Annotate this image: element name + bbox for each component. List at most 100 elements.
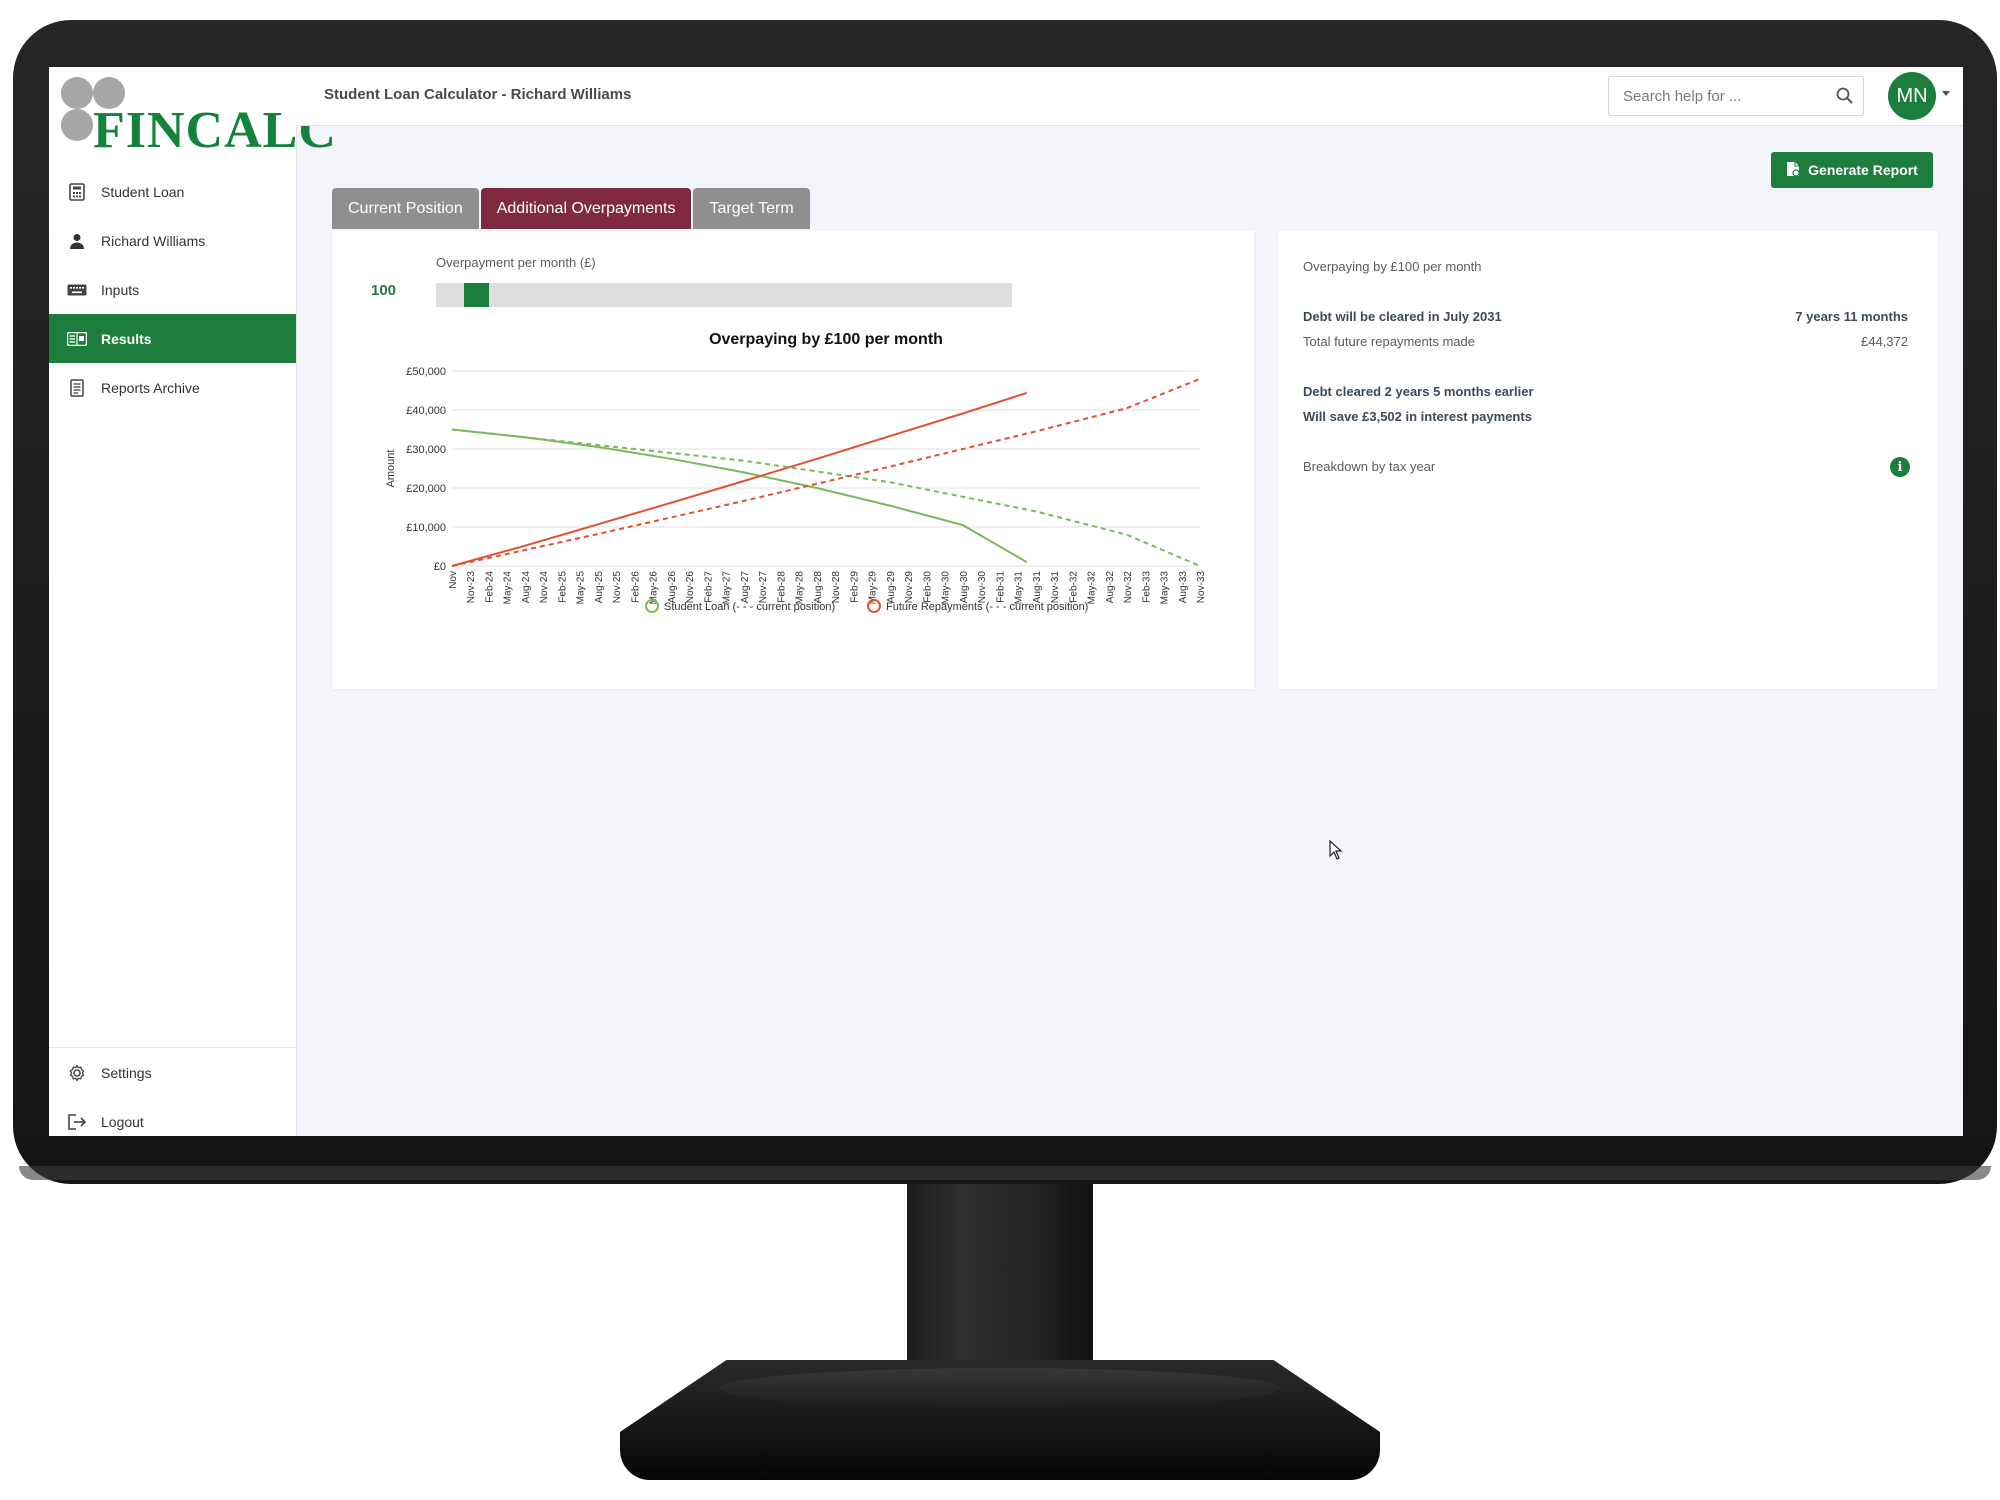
x-tick-label: Aug-25 — [594, 571, 605, 604]
mouse-cursor-icon — [1329, 839, 1343, 865]
x-tick-label: May-30 — [941, 571, 952, 605]
y-tick-label: £20,000 — [406, 483, 446, 495]
sidebar-item-label: Settings — [101, 1064, 152, 1081]
total-label: Total future repayments made — [1303, 334, 1475, 349]
x-tick-label: May-32 — [1087, 571, 1098, 605]
sidebar-nav: Student Loan Richard Williams Inputs Res… — [49, 167, 296, 412]
x-tick-label: May-25 — [576, 571, 587, 605]
search-icon[interactable] — [1836, 87, 1853, 109]
sidebar-item-reports-archive[interactable]: Reports Archive — [49, 363, 296, 412]
sidebar-item-label: Inputs — [101, 281, 140, 298]
sidebar-item-inputs[interactable]: Inputs — [49, 265, 296, 314]
sidebar-item-logout[interactable]: Logout — [49, 1097, 296, 1136]
overpayment-slider-handle[interactable] — [464, 283, 489, 307]
logout-icon — [67, 1112, 87, 1132]
x-tick-label: May-33 — [1160, 571, 1171, 605]
repayment-chart: Overpaying by £100 per month £0 £10,000 £20… — [385, 331, 1207, 613]
x-tick-label: Aug-32 — [1105, 571, 1116, 604]
generate-report-button[interactable]: Generate Report — [1771, 152, 1933, 188]
x-tick-label: Aug-31 — [1032, 571, 1043, 604]
overpayment-value: 100 — [371, 282, 397, 299]
breakdown-label[interactable]: Breakdown by tax year — [1303, 459, 1908, 474]
x-tick-label: Aug-28 — [813, 571, 824, 604]
x-tick-label: Nov-32 — [1123, 571, 1134, 604]
x-tick-label: Feb-31 — [995, 571, 1006, 603]
y-tick-label: £50,000 — [406, 366, 446, 378]
monitor-stand-base-highlight — [720, 1368, 1280, 1408]
fincalc-logo[interactable]: FINCALC — [61, 77, 336, 157]
series-line — [451, 377, 1201, 567]
x-tick-label: Nov-28 — [831, 571, 842, 604]
x-tick-label: Aug-26 — [667, 571, 678, 604]
user-icon — [67, 231, 87, 251]
sidebar-item-label: Student Loan — [101, 183, 185, 200]
gear-icon — [67, 1063, 87, 1083]
legend-label: Student Loan (- - - current position) — [664, 601, 835, 613]
sidebar-item-client[interactable]: Richard Williams — [49, 216, 296, 265]
calculator-icon — [67, 182, 87, 202]
sidebar-item-label: Results — [101, 330, 152, 347]
tab-additional-overpayments[interactable]: Additional Overpayments — [480, 188, 692, 229]
x-tick-label: Nov-27 — [758, 571, 769, 604]
generate-report-label: Generate Report — [1808, 162, 1918, 178]
sidebar-item-results[interactable]: Results — [49, 314, 296, 363]
overpayment-slider-label: Overpayment per month (£) — [436, 255, 596, 270]
x-tick-label: Feb-33 — [1141, 571, 1152, 603]
search-input[interactable] — [1621, 87, 1825, 106]
tab-current-position[interactable]: Current Position — [332, 188, 479, 229]
sidebar-bottom-nav: Settings Logout — [49, 1047, 296, 1136]
x-tick-label: Nov-33 — [1196, 571, 1207, 604]
x-tick-label: Feb-29 — [849, 571, 860, 603]
x-tick-label: Aug-27 — [740, 571, 751, 604]
x-tick-label: Nov-23 — [466, 571, 477, 604]
top-bar: Student Loan Calculator - Richard Willia… — [296, 67, 1963, 126]
x-tick-label: May-28 — [795, 571, 806, 605]
series-line — [451, 428, 1201, 567]
total-value: £44,372 — [1861, 334, 1908, 349]
sidebar: FINCALC Student Loan Richard Williams In… — [49, 67, 336, 1136]
x-tick-label: Feb-32 — [1068, 571, 1079, 603]
y-tick-label: £40,000 — [406, 405, 446, 417]
x-tick-label: Aug-24 — [521, 571, 532, 604]
overpayment-slider[interactable] — [436, 283, 1012, 307]
x-tick-label: Nov-25 — [612, 571, 623, 604]
chevron-down-icon[interactable] — [1942, 91, 1950, 96]
x-tick-label: Aug-33 — [1178, 571, 1189, 604]
x-tick-label: Nov-29 — [904, 571, 915, 604]
x-tick-label: Feb-25 — [557, 571, 568, 603]
x-tick-label: Nov — [448, 571, 459, 589]
cleared-label: Debt will be cleared in July 2031 — [1303, 309, 1502, 324]
x-tick-label: Aug-29 — [886, 571, 897, 604]
sidebar-item-settings[interactable]: Settings — [49, 1048, 296, 1097]
cleared-row: Debt will be cleared in July 2031 7 year… — [1303, 309, 1908, 324]
x-tick-label: Feb-28 — [776, 571, 787, 603]
page-title: Student Loan Calculator - Richard Willia… — [324, 86, 632, 103]
document-icon — [67, 378, 87, 398]
user-avatar[interactable]: MN — [1888, 72, 1936, 120]
x-tick-label: Feb-24 — [484, 571, 495, 603]
screen: FINCALC Student Loan Richard Williams In… — [49, 67, 1963, 1136]
cleared-term: 7 years 11 months — [1795, 309, 1908, 324]
x-tick-label: Feb-27 — [703, 571, 714, 603]
tab-target-term[interactable]: Target Term — [693, 188, 810, 229]
x-tick-label: Aug-30 — [959, 571, 970, 604]
info-icon[interactable]: i — [1890, 457, 1910, 477]
help-search[interactable] — [1608, 76, 1864, 116]
sidebar-item-label: Reports Archive — [101, 379, 200, 396]
series-line — [451, 391, 1028, 567]
chart-card: Overpayment per month (£) 100 Overpaying… — [332, 231, 1254, 689]
report-icon — [1786, 161, 1800, 180]
y-tick-label: £0 — [434, 561, 446, 573]
x-tick-label: Nov-31 — [1050, 571, 1061, 604]
total-row: Total future repayments made £44,372 — [1303, 334, 1908, 349]
results-icon — [67, 329, 87, 349]
x-tick-label: May-27 — [722, 571, 733, 605]
earlier-text: Debt cleared 2 years 5 months earlier — [1303, 384, 1534, 399]
sidebar-item-student-loan[interactable]: Student Loan — [49, 167, 296, 216]
keyboard-icon — [67, 280, 87, 300]
x-tick-label: May-31 — [1014, 571, 1025, 605]
summary-card: Overpaying by £100 per month Debt will b… — [1278, 231, 1938, 689]
sidebar-item-label: Logout — [101, 1113, 144, 1130]
results-tabs: Current Position Additional Overpayments… — [332, 188, 810, 229]
x-tick-label: May-24 — [503, 571, 514, 605]
